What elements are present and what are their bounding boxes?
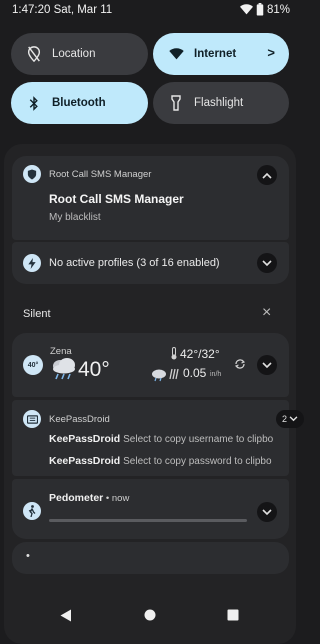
clear-silent-button[interactable]: × <box>262 304 271 322</box>
notification-title: Root Call SMS Manager <box>49 192 184 206</box>
rain-rate-icon <box>169 368 179 380</box>
keepass-row-username[interactable]: KeePassDroid Select to copy username to … <box>49 433 281 445</box>
profiles-text: No active profiles (3 of 16 enabled) <box>49 257 220 269</box>
weather-precip: 0.05 <box>183 366 207 380</box>
chevron-down-icon <box>289 416 298 422</box>
notification-app-name: KeePassDroid <box>49 414 110 425</box>
chevron-right-icon: > <box>267 45 275 60</box>
shield-icon <box>23 165 41 183</box>
notification-root-call[interactable]: Root Call SMS Manager Root Call SMS Mana… <box>12 156 289 240</box>
status-bar: 1:47:20 Sat, Mar 11 81% <box>0 0 300 22</box>
status-time-date: 1:47:20 Sat, Mar 11 <box>12 4 113 16</box>
wifi-status-icon <box>239 4 253 15</box>
walking-icon <box>23 502 41 520</box>
chevron-up-icon <box>262 172 272 179</box>
tile-bluetooth[interactable]: Bluetooth <box>11 82 148 124</box>
tile-internet-label: Internet <box>194 48 237 60</box>
keepass-row-app: KeePassDroid <box>49 455 121 467</box>
notification-collapsed[interactable]: • <box>12 542 289 574</box>
group-count: 2 <box>281 414 287 424</box>
keepass-row-app: KeePassDroid <box>49 433 121 445</box>
silent-section-header: Silent <box>23 308 51 320</box>
keepass-row-text: Select to copy password to clipbo <box>123 456 272 467</box>
notification-text: My blacklist <box>49 212 101 223</box>
small-rain-cloud-icon <box>152 369 166 382</box>
chevron-down-icon <box>262 508 272 515</box>
pedometer-progress-bar <box>49 519 247 522</box>
notification-app-name: Root Call SMS Manager <box>49 169 152 180</box>
weather-hi-lo: 42°/32° <box>180 347 220 361</box>
keepass-app-icon <box>23 410 41 428</box>
lightning-icon <box>23 254 41 272</box>
thermometer-icon <box>171 347 177 360</box>
wifi-icon <box>167 45 185 63</box>
weather-expand-button[interactable] <box>257 355 277 375</box>
weather-temperature: 40° <box>78 358 110 381</box>
notification-profiles[interactable]: No active profiles (3 of 16 enabled) <box>12 242 289 284</box>
location-off-icon <box>25 45 43 63</box>
home-icon[interactable] <box>144 609 156 621</box>
battery-percent: 81% <box>266 3 290 16</box>
tile-internet[interactable]: Internet > <box>153 33 289 75</box>
pedometer-header: Pedometer • now <box>49 492 129 504</box>
keepass-row-text: Select to copy username to clipbo <box>123 434 274 445</box>
keepass-row-password[interactable]: KeePassDroid Select to copy password to … <box>49 455 281 467</box>
refresh-icon[interactable] <box>234 358 246 370</box>
status-icons: 81% <box>239 3 290 16</box>
pedometer-separator: • <box>103 493 112 504</box>
chevron-down-icon <box>262 259 272 266</box>
tile-flashlight-label: Flashlight <box>194 97 244 109</box>
pedometer-expand-button[interactable] <box>257 502 277 522</box>
weather-location: Zena <box>50 346 72 357</box>
tile-flashlight[interactable]: Flashlight <box>153 82 289 124</box>
notification-pedometer[interactable]: Pedometer • now <box>12 479 289 539</box>
pedometer-time: now <box>111 493 130 504</box>
tile-location[interactable]: Location <box>11 33 148 75</box>
pedometer-title: Pedometer <box>49 492 104 504</box>
battery-icon <box>256 3 264 16</box>
weather-temp-badge: 40° <box>23 355 43 375</box>
tile-bluetooth-label: Bluetooth <box>52 97 106 109</box>
rain-cloud-icon <box>53 358 75 380</box>
notification-dot: • <box>26 550 30 562</box>
chevron-down-icon <box>262 361 272 368</box>
recents-icon[interactable] <box>227 609 239 621</box>
group-expand-button[interactable]: 2 <box>276 410 304 428</box>
back-icon[interactable] <box>60 609 72 622</box>
collapse-button[interactable] <box>257 165 277 185</box>
expand-button[interactable] <box>257 253 277 273</box>
tile-location-label: Location <box>52 48 96 60</box>
weather-precip-unit: in/h <box>210 371 222 378</box>
notification-keepass[interactable]: KeePassDroid 2 KeePassDroid Select to co… <box>12 400 304 476</box>
flashlight-icon <box>167 94 185 112</box>
navigation-bar <box>0 598 300 634</box>
bluetooth-icon <box>25 94 43 112</box>
notification-weather[interactable]: 40° Zena 40° 42°/32° 0.05 in/h <box>12 333 289 397</box>
